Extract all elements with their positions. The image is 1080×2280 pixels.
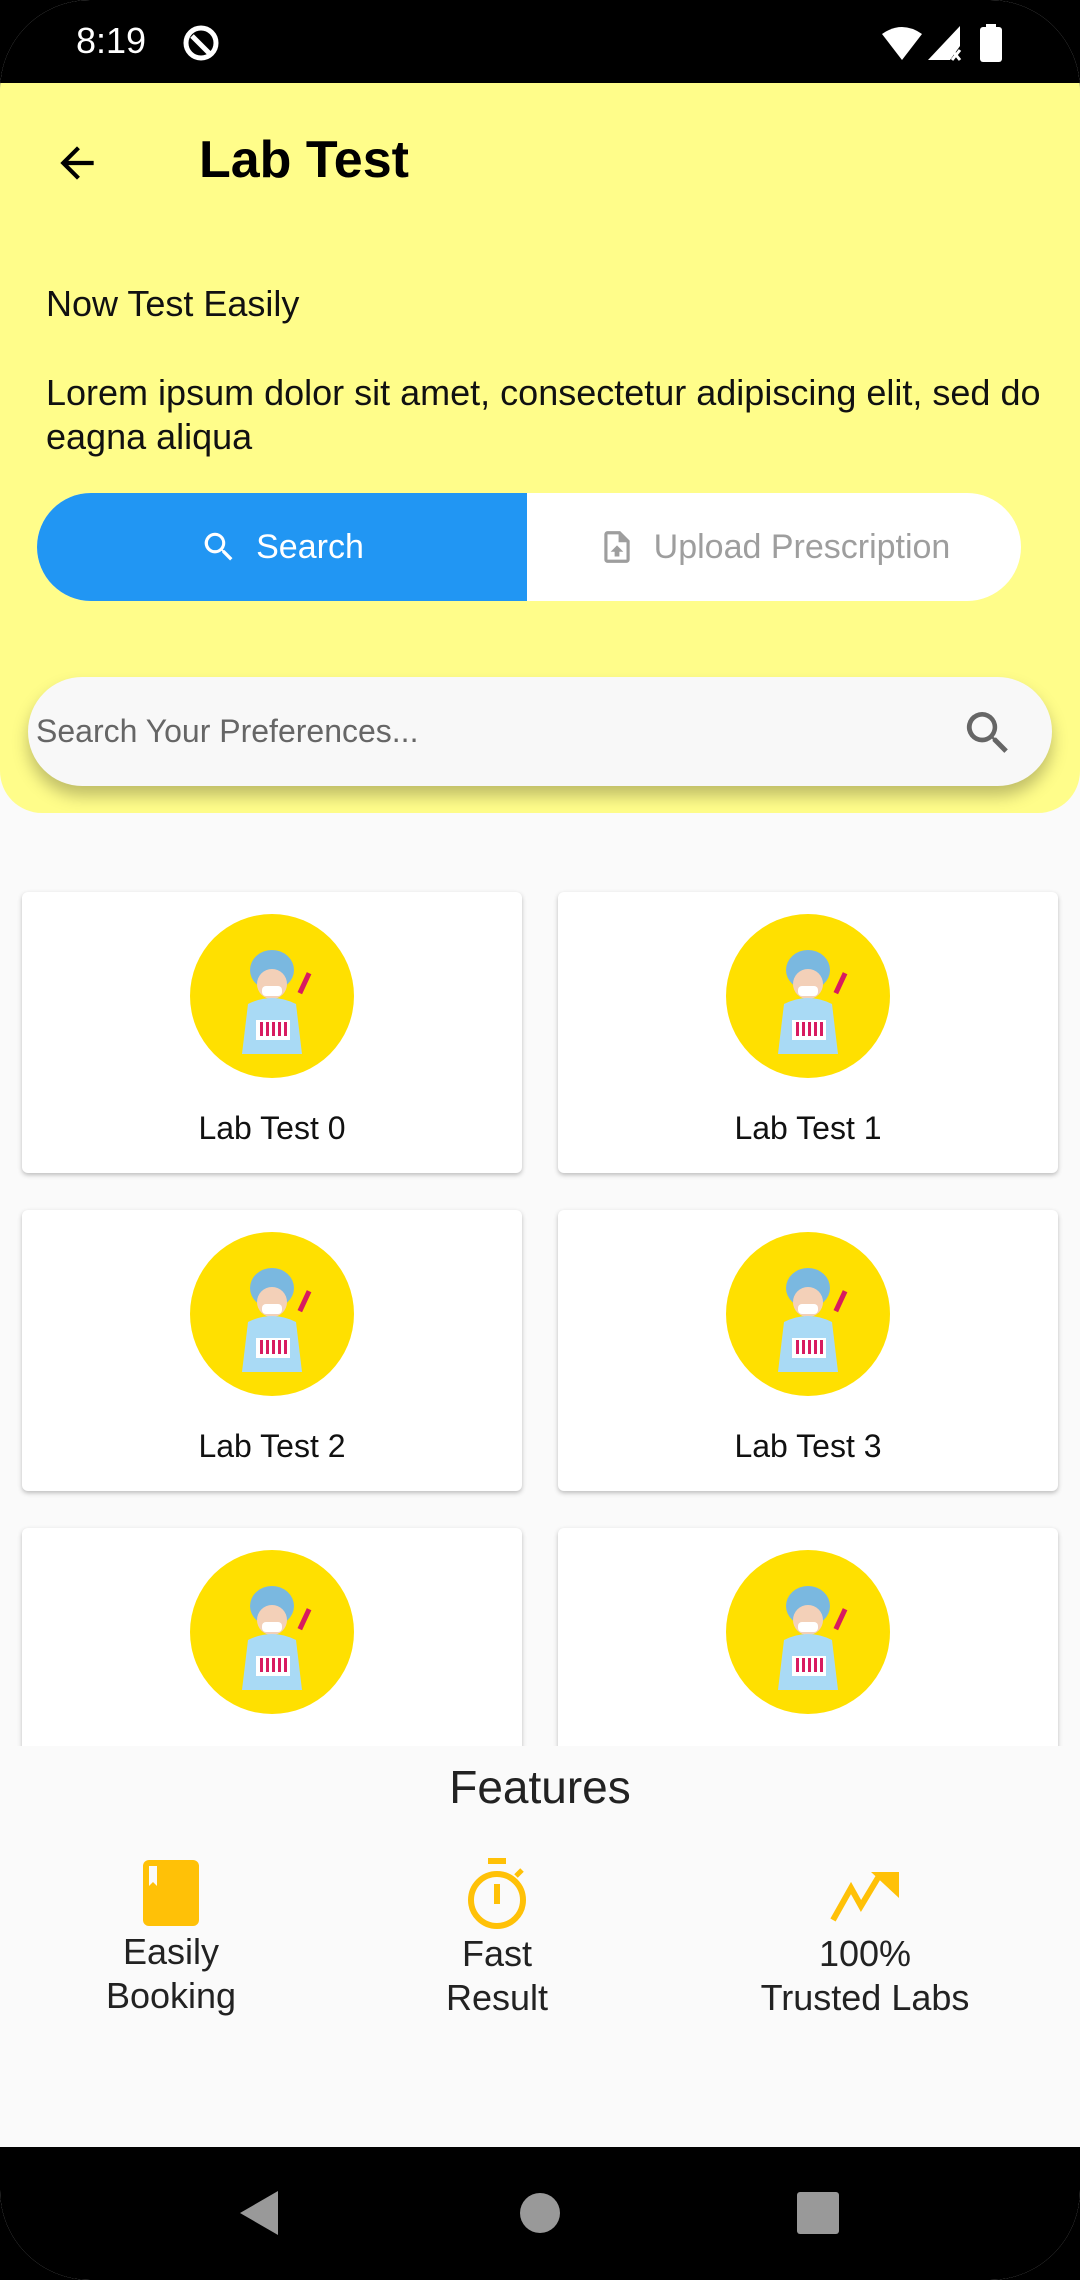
- search-bar: [28, 677, 1052, 786]
- lab-technician-avatar: [726, 1232, 890, 1396]
- lab-technician-avatar: [726, 914, 890, 1078]
- hero-description: Lorem ipsum dolor sit amet, consectetur …: [46, 372, 1041, 457]
- search-tab-label: Search: [256, 527, 364, 566]
- feature-easily-booking: Easily Booking: [0, 1858, 351, 2018]
- feature-label: Easily: [122, 1931, 220, 1972]
- nav-home-icon[interactable]: [519, 2192, 561, 2234]
- app-notification-icon: [183, 25, 219, 61]
- battery-icon: [980, 24, 1002, 62]
- search-icon: [204, 532, 233, 561]
- screen: 8:19 Lab Test Now Test Easily Lorem ipsu…: [0, 0, 1080, 2280]
- trending-up-icon: [830, 1872, 899, 1922]
- features-section: Features Easily Booking Fast Result 100%…: [0, 1746, 1080, 2147]
- back-arrow-icon[interactable]: [52, 138, 102, 188]
- upload-tab-label: Upload Prescription: [653, 527, 951, 566]
- page-title: Lab Test: [199, 131, 409, 189]
- feature-label: Trusted Labs: [760, 1977, 970, 2018]
- feature-label: Fast: [461, 1933, 532, 1974]
- upload-prescription-tab[interactable]: Upload Prescription: [527, 493, 1021, 601]
- lab-test-label: Lab Test 3: [734, 1428, 882, 1464]
- feature-trusted-labs: 100% Trusted Labs: [685, 1858, 1045, 2020]
- search-icon[interactable]: [960, 705, 1016, 761]
- hero-section: Lab Test Now Test Easily Lorem ipsum dol…: [0, 83, 1080, 813]
- search-input[interactable]: [36, 677, 936, 786]
- search-tab[interactable]: Search: [37, 493, 527, 601]
- lab-test-label: Lab Test 2: [198, 1428, 346, 1464]
- cellular-signal-icon: [928, 26, 962, 61]
- mode-toggle: Search Upload Prescription: [37, 493, 1021, 601]
- nav-back-icon[interactable]: [238, 2191, 280, 2235]
- lab-technician-avatar: [190, 1550, 354, 1714]
- upload-file-icon: [603, 531, 630, 563]
- features-title: Features: [449, 1761, 631, 1813]
- feature-fast-result: Fast Result: [317, 1858, 677, 2020]
- status-bar: 8:19: [0, 0, 1080, 83]
- timer-icon: [468, 1858, 526, 1929]
- lab-technician-avatar: [190, 914, 354, 1078]
- lab-technician-avatar: [726, 1550, 890, 1714]
- lab-test-card[interactable]: Lab Test 0: [22, 892, 522, 1173]
- lab-test-label: Lab Test 0: [198, 1110, 346, 1146]
- lab-test-card[interactable]: Lab Test 4: [22, 1528, 522, 1746]
- book-icon: [143, 1860, 199, 1926]
- hero-heading: Now Test Easily: [46, 283, 300, 324]
- nav-recents-icon[interactable]: [797, 2192, 839, 2234]
- feature-label: 100%: [818, 1933, 912, 1974]
- lab-test-label: Lab Test 1: [734, 1110, 882, 1146]
- lab-test-card[interactable]: Lab Test 5: [558, 1528, 1058, 1746]
- lab-test-grid: Lab Test 0 Lab Test 1 Lab Test 2 Lab Test 3…: [0, 813, 1080, 1746]
- lab-test-card[interactable]: Lab Test 3: [558, 1210, 1058, 1491]
- feature-label: Booking: [105, 1975, 237, 2016]
- lab-test-card[interactable]: Lab Test 2: [22, 1210, 522, 1491]
- navigation-bar: [0, 2147, 1080, 2280]
- status-time: 8:19: [76, 20, 147, 61]
- lab-technician-avatar: [190, 1232, 354, 1396]
- lab-test-card[interactable]: Lab Test 1: [558, 892, 1058, 1173]
- feature-label: Result: [445, 1977, 549, 2018]
- wifi-icon: [882, 27, 922, 60]
